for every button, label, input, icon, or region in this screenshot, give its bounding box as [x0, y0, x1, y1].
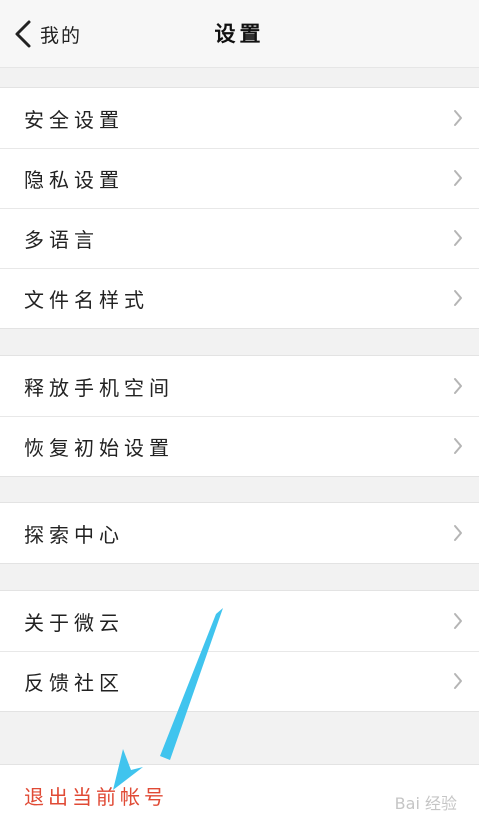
setting-item-label: 探索中心	[24, 522, 124, 547]
setting-item-label: 文件名样式	[24, 287, 149, 312]
watermark: Bai 经验	[394, 794, 457, 813]
setting-item-label: 隐私设置	[24, 167, 124, 192]
header-bar: 我的 设置	[0, 0, 479, 68]
page-title: 设置	[214, 22, 265, 46]
chevron-right-icon	[454, 378, 462, 394]
setting-item-privacy[interactable]: 隐私设置	[0, 148, 479, 208]
setting-item-free-space[interactable]: 释放手机空间	[0, 356, 479, 416]
setting-item-label: 恢复初始设置	[24, 435, 174, 460]
settings-group-storage: 释放手机空间 恢复初始设置	[0, 355, 479, 477]
setting-item-label: 安全设置	[24, 107, 124, 132]
setting-item-label: 多语言	[24, 227, 99, 252]
settings-group-explore: 探索中心	[0, 502, 479, 564]
chevron-right-icon	[454, 230, 462, 246]
setting-item-label: 释放手机空间	[24, 375, 174, 400]
chevron-right-icon	[454, 110, 462, 126]
chevron-right-icon	[454, 438, 462, 454]
setting-item-feedback[interactable]: 反馈社区	[0, 651, 479, 711]
chevron-right-icon	[454, 290, 462, 306]
setting-item-filename-style[interactable]: 文件名样式	[0, 268, 479, 328]
setting-item-security[interactable]: 安全设置	[0, 88, 479, 148]
chevron-right-icon	[454, 525, 462, 541]
setting-item-language[interactable]: 多语言	[0, 208, 479, 268]
settings-group-general: 安全设置 隐私设置 多语言 文件名样式	[0, 87, 479, 329]
logout-label: 退出当前帐号	[24, 784, 168, 809]
setting-item-label: 关于微云	[24, 610, 124, 635]
chevron-right-icon	[454, 613, 462, 629]
chevron-right-icon	[454, 673, 462, 689]
settings-group-about: 关于微云 反馈社区	[0, 590, 479, 712]
setting-item-explore-center[interactable]: 探索中心	[0, 503, 479, 563]
setting-item-reset[interactable]: 恢复初始设置	[0, 416, 479, 476]
chevron-right-icon	[454, 170, 462, 186]
setting-item-label: 反馈社区	[24, 670, 124, 695]
setting-item-about[interactable]: 关于微云	[0, 591, 479, 651]
